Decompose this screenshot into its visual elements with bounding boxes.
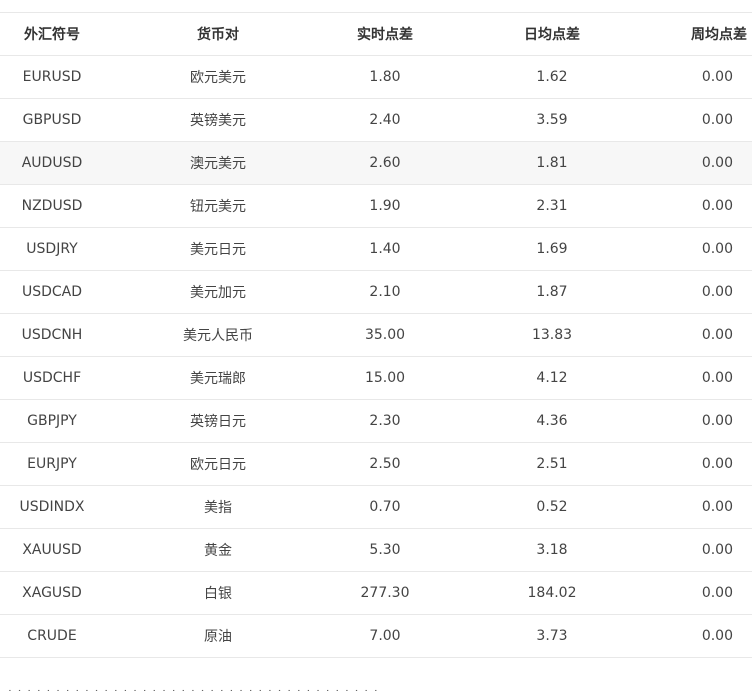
cell-daily-spread: 184.02 [438,571,666,615]
cell-symbol: USDCAD [0,270,104,314]
header-realtime-spread: 实时点差 [332,12,438,56]
cell-weekly-spread: 0.00 [666,571,752,615]
table-row: USDCNH 美元人民币 35.00 13.83 0.00 [0,313,752,357]
cell-pair: 澳元美元 [104,141,332,185]
cell-weekly-spread: 0.00 [666,98,752,142]
cell-pair: 欧元美元 [104,55,332,99]
cell-symbol: USDINDX [0,485,104,529]
cell-pair: 白银 [104,571,332,615]
cell-daily-spread: 2.31 [438,184,666,228]
header-row: 外汇符号 货币对 实时点差 日均点差 周均点差 [0,12,752,56]
cell-realtime-spread: 7.00 [332,614,438,658]
cell-pair: 美元加元 [104,270,332,314]
cell-realtime-spread: 277.30 [332,571,438,615]
footnote-text: · · · · · · · · · · · · · · · · · · · · … [8,684,379,691]
cell-realtime-spread: 1.40 [332,227,438,271]
cell-daily-spread: 1.62 [438,55,666,99]
table-row: EURUSD 欧元美元 1.80 1.62 0.00 [0,55,752,99]
cell-weekly-spread: 0.00 [666,227,752,271]
cell-daily-spread: 1.69 [438,227,666,271]
cell-daily-spread: 3.18 [438,528,666,572]
table-row: GBPUSD 英镑美元 2.40 3.59 0.00 [0,98,752,142]
cell-daily-spread: 1.81 [438,141,666,185]
cell-weekly-spread: 0.00 [666,141,752,185]
cell-pair: 英镑日元 [104,399,332,443]
cell-realtime-spread: 2.30 [332,399,438,443]
cell-daily-spread: 1.87 [438,270,666,314]
cell-symbol: USDCNH [0,313,104,357]
cell-weekly-spread: 0.00 [666,270,752,314]
table-row: USDCHF 美元瑞郎 15.00 4.12 0.00 [0,356,752,400]
table-row: EURJPY 欧元日元 2.50 2.51 0.00 [0,442,752,486]
cell-weekly-spread: 0.00 [666,485,752,529]
table-body: EURUSD 欧元美元 1.80 1.62 0.00 GBPUSD 英镑美元 2.40 3.59… [0,55,752,658]
cell-realtime-spread: 2.50 [332,442,438,486]
cell-daily-spread: 4.36 [438,399,666,443]
cell-pair: 美元日元 [104,227,332,271]
cell-weekly-spread: 0.00 [666,399,752,443]
table-row: CRUDE 原油 7.00 3.73 0.00 [0,614,752,658]
table-row: AUDUSD 澳元美元 2.60 1.81 0.00 [0,141,752,185]
cell-realtime-spread: 15.00 [332,356,438,400]
cell-symbol: USDJRY [0,227,104,271]
table-row: USDINDX 美指 0.70 0.52 0.00 [0,485,752,529]
cell-weekly-spread: 0.00 [666,442,752,486]
cell-symbol: USDCHF [0,356,104,400]
cell-weekly-spread: 0.00 [666,356,752,400]
cell-realtime-spread: 2.40 [332,98,438,142]
cell-symbol: CRUDE [0,614,104,658]
cell-pair: 美元瑞郎 [104,356,332,400]
cell-realtime-spread: 35.00 [332,313,438,357]
cell-daily-spread: 3.73 [438,614,666,658]
table-row: USDCAD 美元加元 2.10 1.87 0.00 [0,270,752,314]
cell-pair: 美元人民币 [104,313,332,357]
cell-weekly-spread: 0.00 [666,313,752,357]
cell-pair: 黄金 [104,528,332,572]
header-weekly-spread: 周均点差 [666,12,752,56]
cell-daily-spread: 13.83 [438,313,666,357]
table-row: NZDUSD 钮元美元 1.90 2.31 0.00 [0,184,752,228]
cell-symbol: NZDUSD [0,184,104,228]
header-pair: 货币对 [104,12,332,56]
cell-weekly-spread: 0.00 [666,528,752,572]
cell-daily-spread: 3.59 [438,98,666,142]
cell-symbol: EURJPY [0,442,104,486]
cell-pair: 钮元美元 [104,184,332,228]
cell-pair: 英镑美元 [104,98,332,142]
cell-symbol: AUDUSD [0,141,104,185]
header-symbol: 外汇符号 [0,12,104,56]
cell-daily-spread: 4.12 [438,356,666,400]
table-row: XAUUSD 黄金 5.30 3.18 0.00 [0,528,752,572]
header-daily-spread: 日均点差 [438,12,666,56]
cell-weekly-spread: 0.00 [666,55,752,99]
cell-realtime-spread: 2.60 [332,141,438,185]
table-header: 外汇符号 货币对 实时点差 日均点差 周均点差 [0,12,752,56]
cell-realtime-spread: 0.70 [332,485,438,529]
cell-symbol: GBPJPY [0,399,104,443]
cell-realtime-spread: 1.90 [332,184,438,228]
cell-weekly-spread: 0.00 [666,614,752,658]
cell-symbol: GBPUSD [0,98,104,142]
table-row: USDJRY 美元日元 1.40 1.69 0.00 [0,227,752,271]
cell-daily-spread: 0.52 [438,485,666,529]
cell-symbol: XAGUSD [0,571,104,615]
cell-pair: 欧元日元 [104,442,332,486]
cell-pair: 原油 [104,614,332,658]
cell-symbol: EURUSD [0,55,104,99]
table-row: XAGUSD 白银 277.30 184.02 0.00 [0,571,752,615]
spread-table: 外汇符号 货币对 实时点差 日均点差 周均点差 EURUSD 欧元美元 1.80 1.… [0,12,752,658]
cell-weekly-spread: 0.00 [666,184,752,228]
cell-realtime-spread: 1.80 [332,55,438,99]
table-row: GBPJPY 英镑日元 2.30 4.36 0.00 [0,399,752,443]
cell-pair: 美指 [104,485,332,529]
cell-symbol: XAUUSD [0,528,104,572]
cell-realtime-spread: 5.30 [332,528,438,572]
cell-daily-spread: 2.51 [438,442,666,486]
cell-realtime-spread: 2.10 [332,270,438,314]
